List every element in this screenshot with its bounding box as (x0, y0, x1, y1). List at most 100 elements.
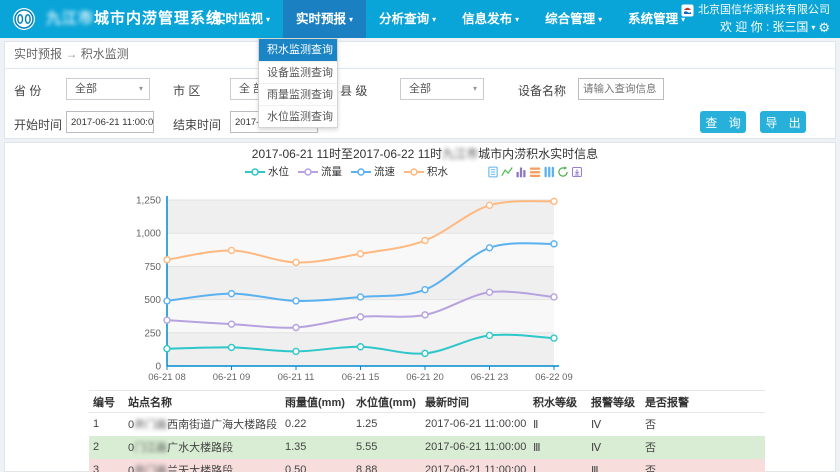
station-name-text: 兰天大楼路段 (167, 465, 233, 472)
cell-no: 1 (89, 413, 124, 436)
bar-chart-icon[interactable] (515, 165, 527, 177)
table-header-cell: 编号 (89, 391, 124, 413)
chart-title-post: 城市内涝积水实时信息 (478, 147, 598, 161)
legend-marker-icon (404, 167, 424, 177)
table-header-cell: 积水等级 (529, 391, 587, 413)
main-menu: 实时监视▾实时预报▾分析查询▾信息发布▾综合管理▾系统管理▾ (200, 0, 698, 38)
legend-marker-icon (245, 167, 265, 177)
dropdown-item-4[interactable]: 水位监测查询 (259, 105, 337, 127)
table-row[interactable]: 10井门画西南街道广海大楼路段0.221.252017-06-21 11:00:… (89, 413, 765, 436)
cell-flood-level: Ⅰ (529, 459, 587, 472)
table-header-cell: 水位值(mm) (352, 391, 421, 413)
nav-menu-label: 实时预报 (296, 12, 346, 26)
svg-text:06-21 09: 06-21 09 (213, 372, 251, 383)
table-header-cell: 是否报警 (641, 391, 765, 413)
cell-rain-value: 0.50 (281, 459, 352, 472)
chart-title: 2017-06-21 11时至2017-06-22 11时九江市城市内涝积水实时… (85, 145, 765, 162)
chevron-down-icon: ▾ (432, 15, 436, 24)
line-chart: 02505007501,0001,25006-21 0806-21 0906-2… (85, 183, 585, 385)
start-time-input[interactable] (66, 111, 154, 133)
station-name-redacted: 井门画 (134, 419, 167, 431)
breadcrumb-arrow-icon: → (65, 47, 77, 61)
svg-text:06-21 23: 06-21 23 (471, 372, 509, 383)
breadcrumb-section: 实时预报 (14, 47, 62, 61)
county-value: 全部 (409, 83, 431, 95)
svg-text:1,000: 1,000 (136, 229, 161, 240)
nav-menu-item-5[interactable]: 综合管理▾ (532, 0, 615, 38)
svg-text:06-21 11: 06-21 11 (278, 372, 315, 383)
refresh-icon[interactable] (557, 165, 569, 177)
cell-latest-time: 2017-06-21 11:00:00 (421, 459, 529, 472)
cell-station-name: 0井门画西南街道广海大楼路段 (124, 413, 281, 436)
county-select[interactable]: 全部 ▾ (400, 78, 484, 100)
table-header-cell: 站点名称 (124, 391, 281, 413)
device-name-input[interactable] (578, 78, 664, 100)
app-title-redacted: 九江市 (46, 10, 94, 27)
company-logo-icon (681, 4, 694, 17)
province-label: 省 份 (14, 82, 41, 99)
cell-is-alert: 否 (641, 436, 765, 459)
svg-text:06-21 20: 06-21 20 (406, 372, 444, 383)
table-row[interactable]: 30井门画兰天大楼路段0.508.882017-06-21 11:00:00ⅠⅢ… (89, 459, 765, 472)
cell-flood-level: Ⅱ (529, 413, 587, 436)
device-name-label: 设备名称 (518, 82, 566, 99)
export-button[interactable]: 导 出 (760, 111, 806, 133)
station-table: 编号站点名称雨量值(mm)水位值(mm)最新时间积水等级报警等级是否报警 10井… (89, 390, 765, 472)
cell-is-alert: 否 (641, 459, 765, 472)
chevron-down-icon: ▾ (266, 15, 270, 24)
legend-item-流速[interactable]: 流速 (351, 164, 395, 179)
table-header-cell: 雨量值(mm) (281, 391, 352, 413)
nav-menu-label: 系统管理 (628, 12, 678, 26)
station-name-text: 西南街道广海大楼路段 (167, 419, 277, 431)
chart-title-pre: 2017-06-21 11时至2017-06-22 11时 (252, 147, 442, 161)
svg-text:500: 500 (144, 295, 161, 306)
legend-label: 流速 (374, 164, 395, 179)
dropdown-item-2[interactable]: 设备监测查询 (259, 61, 337, 83)
stack-icon[interactable] (529, 165, 541, 177)
settings-gear-icon[interactable]: ⚙ (818, 19, 830, 36)
province-select[interactable]: 全部 ▾ (66, 78, 150, 100)
chevron-down-icon: ▾ (349, 15, 353, 24)
cell-latest-time: 2017-06-21 11:00:00 (421, 413, 529, 436)
nav-menu-item-1[interactable]: 实时监视▾ (200, 0, 283, 38)
table-header-cell: 最新时间 (421, 391, 529, 413)
app-title: 九江市城市内涝管理系统 (46, 0, 222, 38)
tiled-icon[interactable] (543, 165, 555, 177)
cell-water-value: 8.88 (352, 459, 421, 472)
query-button[interactable]: 查 询 (700, 111, 746, 133)
username[interactable]: 张三国 (772, 19, 808, 36)
station-name-redacted: 井门画 (134, 465, 167, 472)
app-logo (12, 7, 36, 31)
user-caret-icon[interactable]: ▾ (811, 19, 815, 36)
save-image-icon[interactable] (571, 165, 583, 177)
nav-menu-item-3[interactable]: 分析查询▾ (366, 0, 449, 38)
line-chart-icon[interactable] (501, 165, 513, 177)
table-header-cell: 报警等级 (587, 391, 641, 413)
nav-menu-item-2[interactable]: 实时预报▾ (283, 0, 366, 38)
table-row[interactable]: 20门江画广水大楼路段1.355.552017-06-21 11:00:00ⅢⅣ… (89, 436, 765, 459)
county-label: 县 级 (340, 82, 367, 99)
nav-menu-item-4[interactable]: 信息发布▾ (449, 0, 532, 38)
cell-rain-value: 1.35 (281, 436, 352, 459)
legend-item-水位[interactable]: 水位 (245, 164, 289, 179)
legend-marker-icon (351, 167, 371, 177)
chart-toolbox (487, 165, 583, 177)
cell-alarm-level: Ⅲ (587, 459, 641, 472)
cell-water-value: 1.25 (352, 413, 421, 436)
dropdown-item-3[interactable]: 雨量监测查询 (259, 83, 337, 105)
nav-menu-label: 分析查询 (379, 12, 429, 26)
nav-menu-label: 综合管理 (545, 12, 595, 26)
legend-item-流量[interactable]: 流量 (298, 164, 342, 179)
breadcrumb-page: 积水监测 (81, 47, 129, 61)
dropdown-item-1[interactable]: 积水监测查询 (259, 39, 337, 61)
cell-alarm-level: Ⅳ (587, 436, 641, 459)
svg-text:250: 250 (144, 328, 161, 339)
svg-text:06-21 08: 06-21 08 (148, 372, 186, 383)
chevron-down-icon: ▾ (473, 79, 477, 99)
data-view-icon[interactable] (487, 165, 499, 177)
chevron-down-icon: ▾ (139, 79, 143, 99)
station-name-text: 广水大楼路段 (167, 442, 233, 454)
cell-rain-value: 0.22 (281, 413, 352, 436)
legend-item-积水[interactable]: 积水 (404, 164, 448, 179)
cell-station-name: 0门江画广水大楼路段 (124, 436, 281, 459)
